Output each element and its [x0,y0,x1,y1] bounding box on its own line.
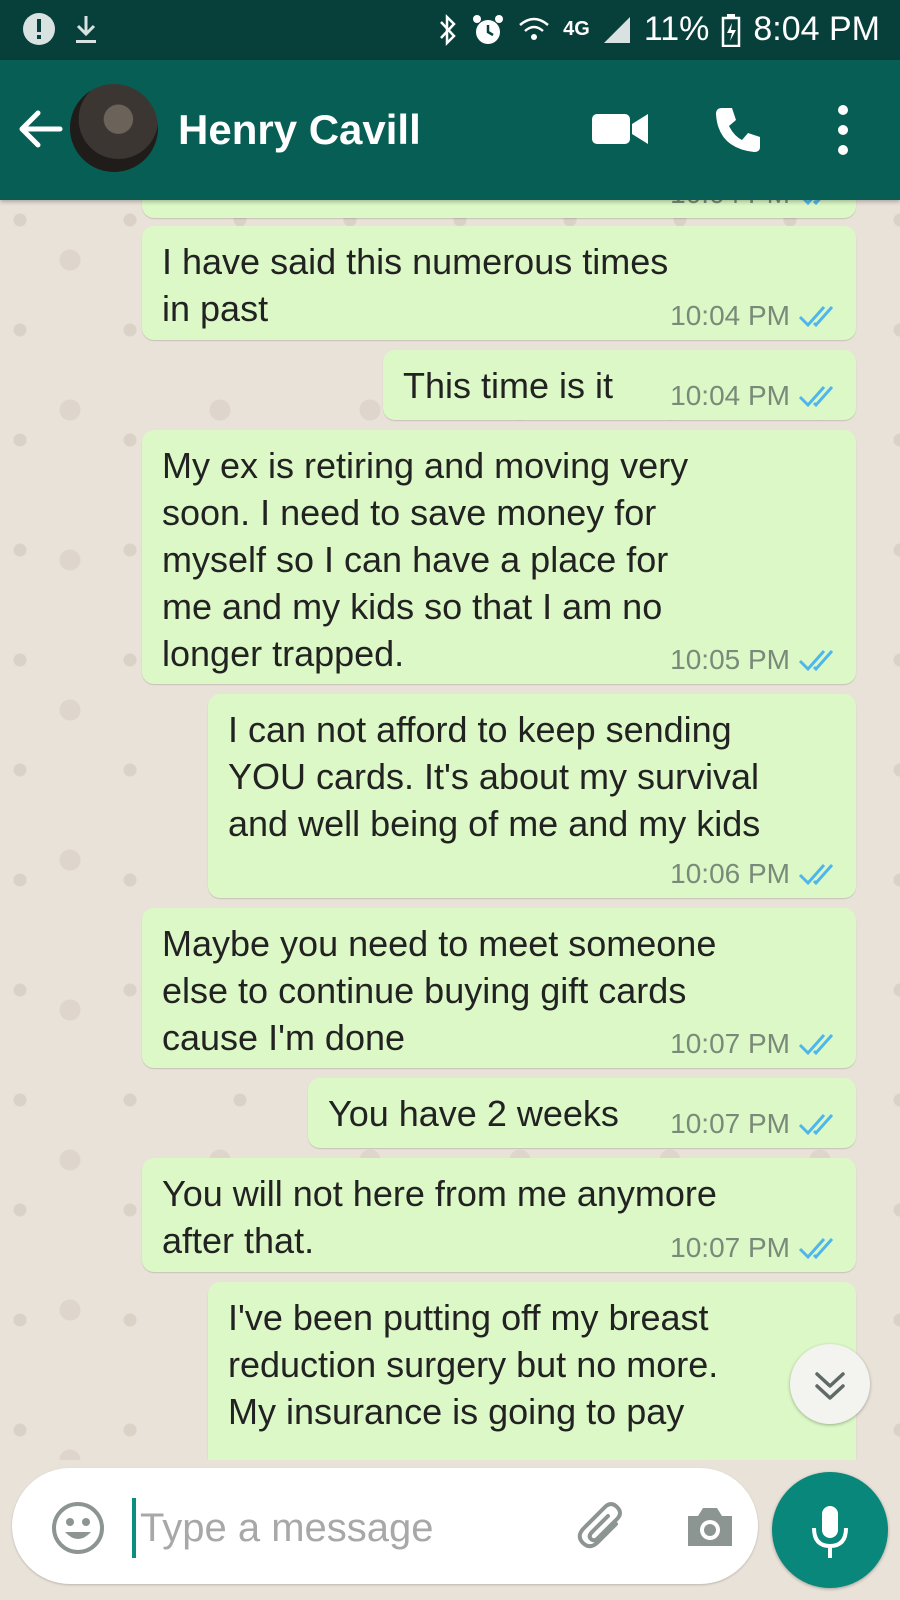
message-bubble[interactable]: You will not here from me anymore after … [142,1158,856,1272]
video-call-icon[interactable] [590,106,650,152]
phone-icon[interactable] [712,104,764,156]
message-text: I've been putting off my breast reductio… [228,1297,719,1432]
message-time: 10:04 PM [670,200,790,210]
message-text: My ex is retiring and moving very soon. … [162,445,689,674]
message-bubble[interactable]: This time is it 10:04 PM [383,350,856,420]
double-check-icon [798,1034,834,1056]
alert-icon [23,13,55,45]
emoji-icon[interactable] [50,1500,106,1556]
message-time: 10:07 PM [670,1028,790,1059]
camera-icon[interactable] [684,1502,736,1552]
clock: 8:04 PM [753,10,880,48]
message-input[interactable] [138,1496,542,1560]
chevron-down-icon [815,1372,845,1400]
message-bubble[interactable]: Maybe you need to meet someone else to c… [142,908,856,1068]
battery-icon [722,13,741,47]
message-bubble[interactable]: 10:04 PM [142,200,856,218]
message-time: 10:05 PM [670,644,790,675]
network-type-label: 4G [563,18,590,40]
mic-icon [812,1506,848,1558]
battery-percent: 11% [643,10,710,48]
double-check-icon [798,1238,834,1260]
avatar[interactable] [70,84,158,172]
attach-icon[interactable] [572,1498,632,1558]
wifi-icon [519,17,549,40]
text-cursor [132,1498,136,1558]
message-bubble[interactable]: I have said this numerous times in past … [142,226,856,340]
message-bubble[interactable]: You have 2 weeks 10:07 PM [308,1078,856,1148]
more-options-icon[interactable] [828,102,858,158]
chat-messages[interactable]: 10:04 PM I have said this numerous times… [0,200,900,1460]
bluetooth-icon [440,13,456,46]
chat-header: Henry Cavill [0,60,900,200]
double-check-icon [798,1114,834,1136]
double-check-icon [798,864,834,886]
double-check-icon [798,386,834,408]
message-text: I can not afford to keep sending YOU car… [228,709,761,844]
message-time: 10:07 PM [670,1232,790,1263]
signal-icon [603,16,630,43]
double-check-icon [798,306,834,328]
status-bar: 4G 11% 8:04 PM [0,0,900,60]
download-icon [76,16,96,43]
double-check-icon [802,200,821,206]
message-input-container [12,1468,758,1584]
message-time: 10:04 PM [670,380,790,411]
composer [0,1460,900,1600]
contact-name[interactable]: Henry Cavill [178,106,421,154]
mic-button[interactable] [772,1472,888,1588]
message-bubble[interactable]: I can not afford to keep sending YOU car… [208,694,856,898]
back-arrow-icon[interactable] [16,104,66,154]
message-time: 10:06 PM [670,858,790,889]
double-check-icon [798,650,834,672]
alarm-icon [473,14,504,44]
message-bubble[interactable]: I've been putting off my breast reductio… [208,1282,856,1460]
message-time: 10:07 PM [670,1108,790,1139]
message-time: 10:04 PM [670,300,790,331]
message-bubble[interactable]: My ex is retiring and moving very soon. … [142,430,856,684]
scroll-to-bottom-button[interactable] [790,1344,870,1424]
